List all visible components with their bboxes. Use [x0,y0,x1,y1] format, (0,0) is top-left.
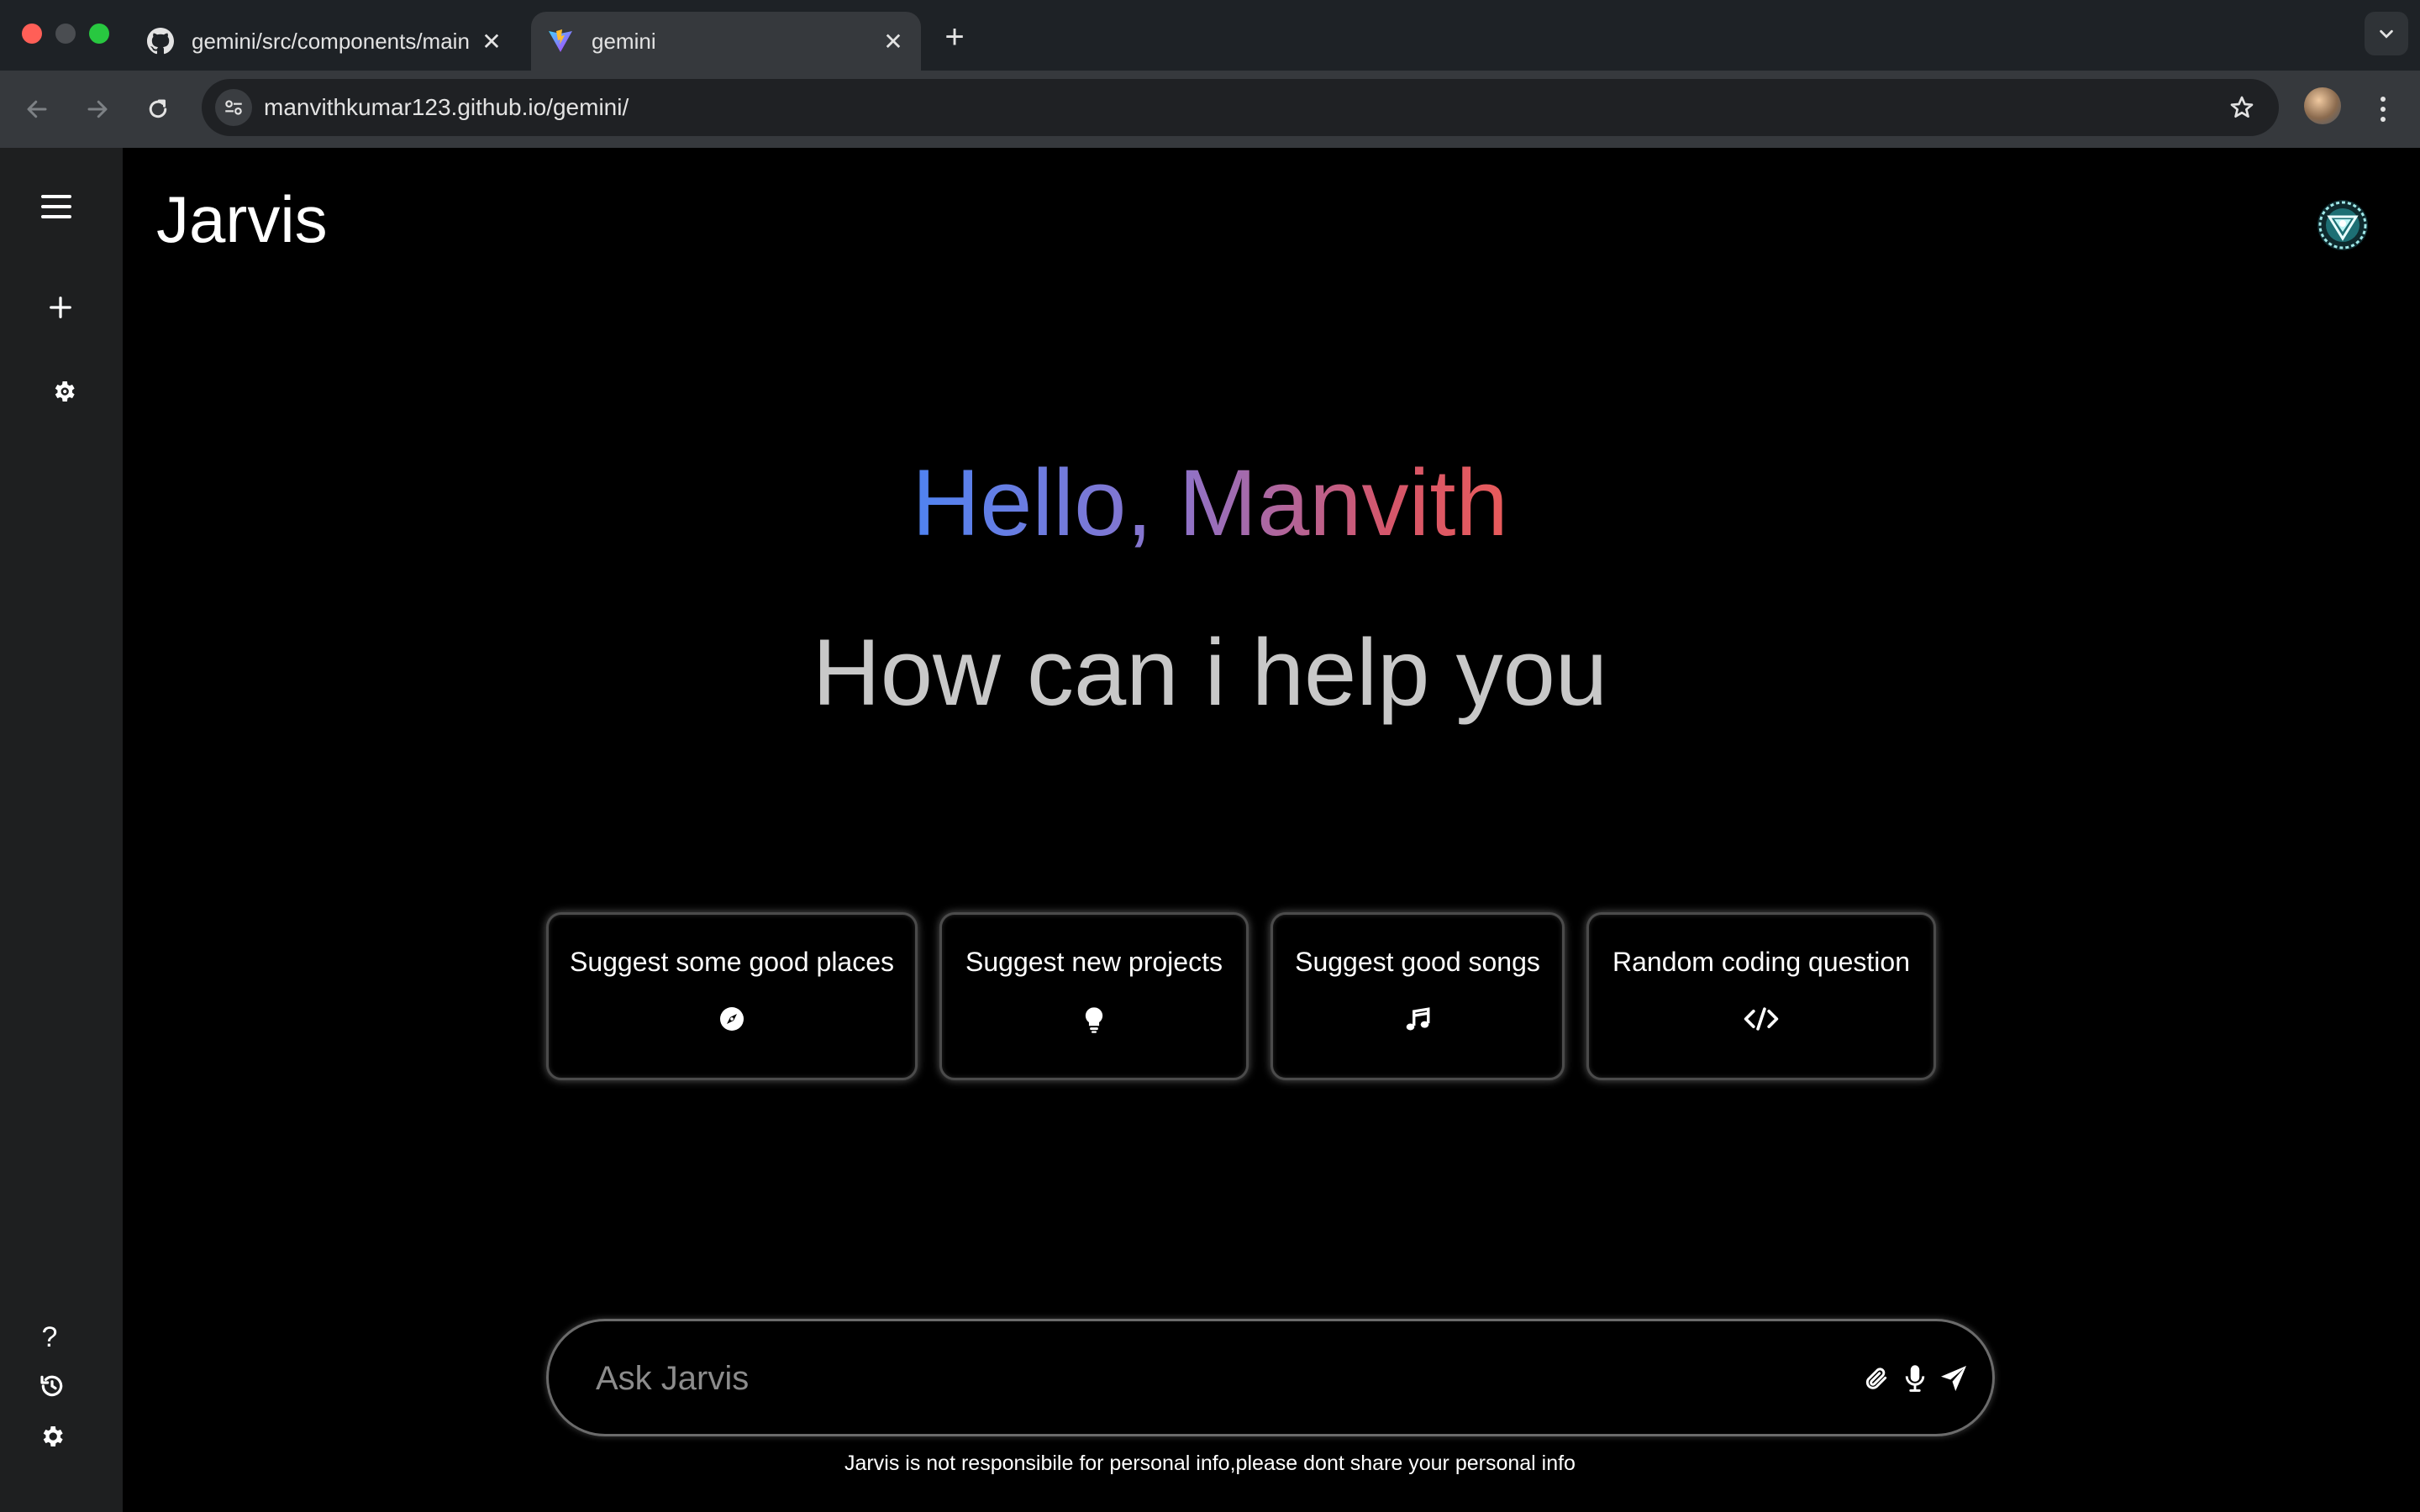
music-icon [1273,1005,1562,1034]
app-main: ? Jarvis Hello, Manvith How can i help y… [0,148,2420,1512]
sidebar: ? [0,148,123,1512]
code-icon [1589,1005,1933,1032]
card-label: Suggest good songs [1295,947,1540,977]
site-settings-icon[interactable] [215,89,252,126]
disclaimer-text: Jarvis is not responsibile for personal … [844,1452,1576,1475]
browser-tab-bar: gemini/src/components/main ✕ gemini ✕ + [0,0,2420,71]
back-arrow-icon[interactable] [15,87,59,131]
tab-search-chevron-icon[interactable] [2365,12,2408,55]
greeting-text: Hello, Manvith [912,450,1508,555]
browser-tab-gemini[interactable]: gemini ✕ [531,12,921,71]
browser-menu-icon[interactable] [2365,87,2402,131]
subtitle-heading: How can i help you [812,620,1608,725]
greeting-heading: Hello, Manvith [0,449,2420,557]
settings-icon[interactable] [37,1421,67,1452]
lightbulb-icon [942,1005,1246,1034]
arc-reactor-avatar-icon[interactable] [2316,198,2370,252]
menu-hamburger-icon[interactable] [37,190,76,223]
tab-close-icon[interactable]: ✕ [477,27,506,55]
suggestion-card-places[interactable]: Suggest some good places [546,912,918,1080]
card-label: Suggest new projects [965,947,1223,977]
address-bar[interactable]: manvithkumar123.github.io/gemini/ [202,79,2279,136]
github-icon [146,27,175,55]
history-icon[interactable] [37,1371,67,1401]
url-text[interactable]: manvithkumar123.github.io/gemini/ [264,79,629,136]
window-zoom-button[interactable] [89,24,109,44]
forward-arrow-icon[interactable] [76,87,119,131]
new-chat-plus-icon[interactable] [45,292,76,323]
send-paper-plane-icon[interactable] [1937,1362,1970,1395]
new-tab-plus-icon[interactable]: + [936,18,973,55]
help-question-icon[interactable]: ? [37,1321,62,1353]
prompt-input-container [546,1319,1995,1436]
suggestion-card-projects[interactable]: Suggest new projects [939,912,1249,1080]
bookmark-star-icon[interactable] [2223,89,2260,126]
browser-tab-github[interactable]: gemini/src/components/main ✕ [131,12,519,71]
microphone-icon[interactable] [1898,1362,1932,1395]
profile-avatar[interactable] [2304,87,2341,124]
attachment-paperclip-icon[interactable] [1860,1362,1893,1395]
compass-icon [549,1005,915,1032]
ask-jarvis-input[interactable] [596,1345,1772,1412]
suggestion-card-songs[interactable]: Suggest good songs [1270,912,1565,1080]
vite-icon [546,27,575,55]
tab-title: gemini/src/components/main [192,28,470,54]
window-close-button[interactable] [22,24,42,44]
reload-icon[interactable] [136,87,180,131]
card-label: Suggest some good places [569,947,895,977]
suggestion-card-coding[interactable]: Random coding question [1586,912,1936,1080]
settings-gear-icon[interactable] [49,376,79,407]
app-brand-title: Jarvis [156,182,328,256]
tab-title: gemini [592,28,656,54]
tab-close-icon[interactable]: ✕ [879,27,908,55]
window-minimize-button[interactable] [55,24,76,44]
card-label: Random coding question [1612,947,1910,977]
